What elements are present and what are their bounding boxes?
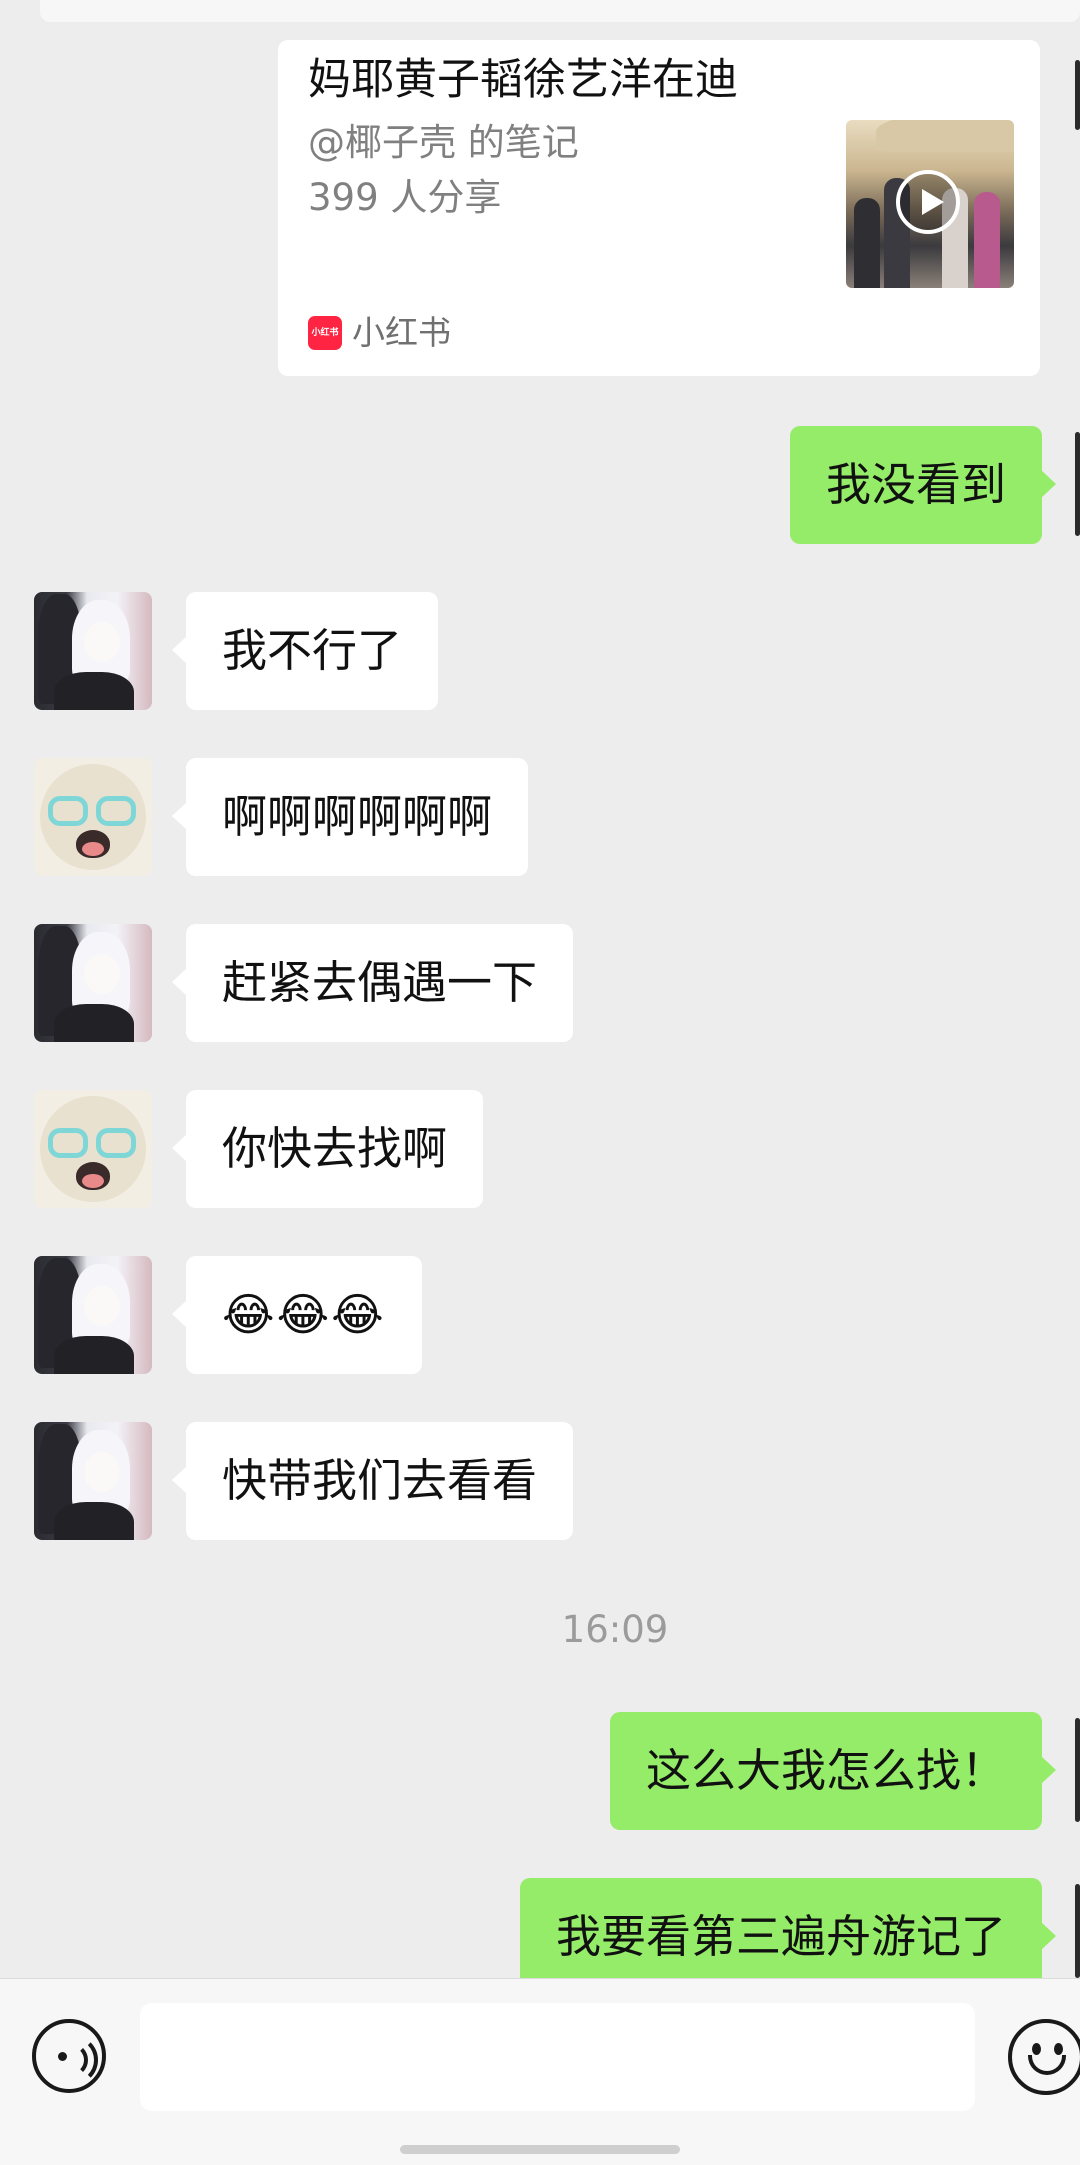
scroll-edge (1075, 432, 1080, 536)
chat-input-bar (0, 1978, 1080, 2165)
chat-screen: 妈耶黄子韬徐艺洋在迪 @椰子壳 的笔记 399 人分享 小红书 小红书 我没看到… (0, 0, 1080, 2165)
incoming-message-bubble[interactable]: 😂😂😂 (172, 1256, 422, 1374)
outgoing-message-bubble[interactable]: 我没看到 (789, 426, 1057, 544)
incoming-message-bubble[interactable]: 啊啊啊啊啊啊 (171, 758, 529, 876)
card-title: 妈耶黄子韬徐艺洋在迪 (308, 55, 738, 105)
emoji-icon[interactable] (1008, 2019, 1080, 2095)
avatar[interactable] (34, 592, 152, 710)
avatar[interactable] (34, 1422, 152, 1540)
scroll-edge (1075, 60, 1080, 130)
incoming-message-bubble[interactable]: 赶紧去偶遇一下 (171, 924, 574, 1042)
source-app-name: 小红书 (352, 313, 451, 352)
voice-icon[interactable] (32, 2019, 106, 2093)
message-timestamp: 16:09 (561, 1608, 669, 1651)
card-author: @椰子壳 的笔记 (308, 121, 579, 164)
video-thumbnail[interactable] (846, 120, 1014, 288)
xiaohongshu-logo-icon: 小红书 (308, 316, 342, 350)
card-share-count: 399 人分享 (308, 176, 502, 219)
previous-message-edge (40, 0, 1080, 22)
scroll-edge (1075, 1884, 1080, 1978)
avatar[interactable] (34, 758, 152, 876)
avatar[interactable] (34, 1256, 152, 1374)
play-icon[interactable] (896, 170, 960, 234)
shared-note-card[interactable]: 妈耶黄子韬徐艺洋在迪 @椰子壳 的笔记 399 人分享 小红书 小红书 (278, 40, 1040, 376)
avatar[interactable] (34, 924, 152, 1042)
incoming-message-bubble[interactable]: 我不行了 (171, 592, 439, 710)
thumbnail-person (974, 192, 1000, 288)
outgoing-message-bubble[interactable]: 这么大我怎么找！ (609, 1712, 1057, 1830)
incoming-message-bubble[interactable]: 你快去找啊 (171, 1090, 484, 1208)
avatar[interactable] (34, 1090, 152, 1208)
incoming-message-bubble[interactable]: 快带我们去看看 (171, 1422, 574, 1540)
scroll-edge (1075, 1718, 1080, 1822)
message-input[interactable] (140, 2003, 975, 2111)
home-indicator (400, 2145, 680, 2154)
thumbnail-person (854, 198, 880, 288)
thumbnail-umbrella (876, 120, 1014, 152)
